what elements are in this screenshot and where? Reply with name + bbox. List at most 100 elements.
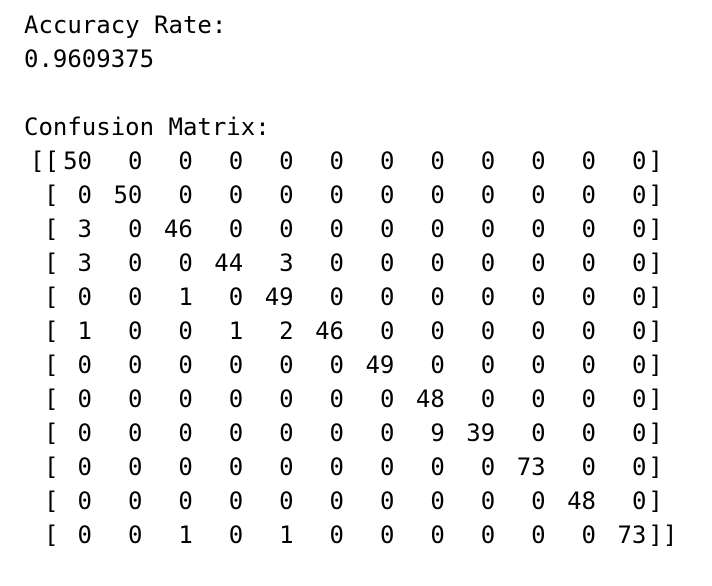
matrix-cell: 0 [127,385,143,413]
matrix-cell: 0 [127,317,143,345]
console-output: Accuracy Rate: 0.9609375 Confusion Matri… [24,8,270,144]
matrix-cell: 0 [127,147,143,175]
matrix-cell: 0 [379,181,395,209]
matrix-cell: 0 [430,351,445,379]
matrix-cell: 48 [415,385,445,413]
matrix-cell: 0 [279,147,294,175]
matrix-cell: 0 [279,181,294,209]
matrix-cell: 0 [228,521,244,549]
matrix-row: [3 0 0 44 3 0 0 0 0 0 0 0] [0,246,712,280]
matrix-cell: 0 [581,283,596,311]
matrix-cell: 0 [379,283,395,311]
matrix-cell: 0 [531,181,546,209]
matrix-cell: 0 [178,385,193,413]
matrix-cell: 1 [178,283,193,311]
matrix-cell: 48 [567,487,596,515]
matrix-cell: 73 [516,453,546,481]
matrix-cell: 0 [178,419,193,447]
matrix-cell: 3 [279,249,294,277]
matrix-cell: 0 [480,351,496,379]
matrix-cell: 0 [430,181,445,209]
matrix-cell: 0 [127,487,143,515]
matrix-cell: 1 [178,521,193,549]
matrix-cell: 0 [531,487,546,515]
matrix-cell: 0 [581,385,596,413]
matrix-cell: 9 [430,419,445,447]
matrix-cell: 0 [531,521,546,549]
matrix-cell: 0 [379,249,395,277]
matrix-cell: 0 [379,215,395,243]
matrix-cell: 0 [329,147,344,175]
matrix-cell: 0 [379,147,395,175]
close-bracket: ] [648,147,663,175]
matrix-cell: 0 [531,351,546,379]
matrix-cell: 49 [264,283,294,311]
matrix-cell: 0 [228,453,244,481]
matrix-row: [0 0 0 0 0 0 0 0 0 0 48 0] [0,484,712,518]
matrix-cell: 0 [77,385,92,413]
matrix-cell: 0 [631,317,647,345]
matrix-cell: 0 [228,283,244,311]
matrix-cell: 0 [531,215,546,243]
matrix-cell: 0 [127,215,143,243]
matrix-cell: 0 [77,487,92,515]
matrix-cell: 0 [279,453,294,481]
matrix-cell: 50 [63,147,92,175]
matrix-cell: 0 [480,317,496,345]
matrix-row: [0 0 1 0 49 0 0 0 0 0 0 0] [0,280,712,314]
matrix-cell: 0 [581,317,596,345]
matrix-cell: 0 [127,283,143,311]
close-bracket: ] [648,181,663,209]
matrix-cell: 0 [77,351,92,379]
matrix-cell: 49 [365,351,395,379]
close-bracket: ] [648,385,663,413]
matrix-cell: 0 [631,181,647,209]
matrix-cell: 0 [531,249,546,277]
matrix-cell: 0 [228,181,244,209]
matrix-cell: 0 [531,419,546,447]
matrix-cell: 3 [77,249,92,277]
matrix-cell: 0 [279,351,294,379]
matrix-cell: 0 [279,419,294,447]
matrix-cell: 1 [77,317,92,345]
matrix-cell: 0 [329,351,344,379]
matrix-cell: 0 [430,283,445,311]
accuracy-value: 0.9609375 [24,45,155,73]
matrix-cell: 0 [430,147,445,175]
matrix-cell: 0 [480,181,496,209]
matrix-cell: 2 [279,317,294,345]
matrix-cell: 0 [581,419,596,447]
matrix-cell: 0 [329,215,344,243]
matrix-cell: 0 [77,419,92,447]
matrix-cell: 0 [430,487,445,515]
matrix-cell: 73 [617,521,647,549]
matrix-cell: 0 [77,453,92,481]
matrix-cell: 0 [379,487,395,515]
matrix-cell: 0 [581,181,596,209]
matrix-cell: 0 [581,521,596,549]
matrix-cell: 0 [430,249,445,277]
matrix-cell: 1 [279,521,294,549]
matrix-cell: 0 [480,453,496,481]
matrix-cell: 0 [127,521,143,549]
matrix-cell: 44 [214,249,244,277]
matrix-cell: 0 [379,317,395,345]
matrix-row: [1 0 0 1 2 46 0 0 0 0 0 0] [0,314,712,348]
matrix-cell: 0 [379,385,395,413]
matrix-cell: 0 [178,317,193,345]
matrix-cell: 0 [631,487,647,515]
matrix-cell: 0 [430,521,445,549]
matrix-cell: 0 [228,385,244,413]
matrix-cell: 0 [279,215,294,243]
matrix-cell: 0 [178,147,193,175]
close-bracket: ] [648,283,663,311]
matrix-row: [0 0 0 0 0 0 0 0 0 73 0 0] [0,450,712,484]
matrix-cell: 0 [531,283,546,311]
matrix-cell: 0 [480,283,496,311]
matrix-row: [0 0 0 0 0 0 0 9 39 0 0 0] [0,416,712,450]
matrix-cell: 50 [113,181,143,209]
matrix-cell: 0 [77,283,92,311]
matrix-cell: 0 [127,249,143,277]
matrix-cell: 0 [631,215,647,243]
